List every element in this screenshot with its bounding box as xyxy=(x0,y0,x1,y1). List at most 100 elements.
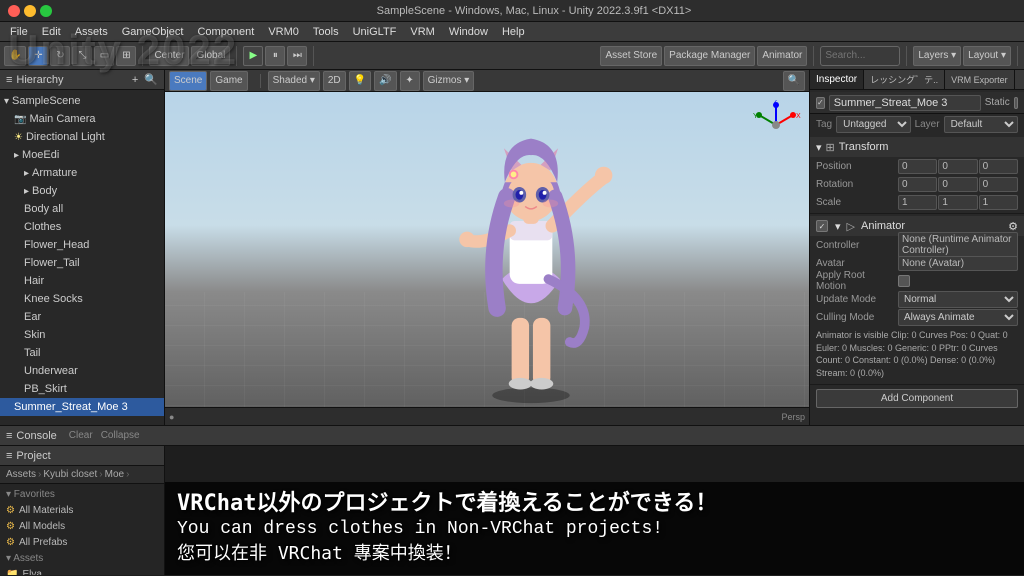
menu-window[interactable]: Window xyxy=(443,24,494,40)
rot-x[interactable]: 0 xyxy=(898,177,937,192)
close-btn[interactable] xyxy=(8,5,20,17)
breadcrumb-moe[interactable]: Moe xyxy=(105,469,124,480)
menu-help[interactable]: Help xyxy=(496,24,531,40)
object-name-field[interactable] xyxy=(829,95,981,111)
menu-vrm0[interactable]: VRM0 xyxy=(262,24,305,40)
scale-tool[interactable]: ⤡ xyxy=(72,46,92,66)
scale-y[interactable]: 1 xyxy=(938,195,977,210)
menu-unigltf[interactable]: UniGLTF xyxy=(347,24,403,40)
animator-button[interactable]: Animator xyxy=(757,46,807,66)
hierarchy-item[interactable]: PB_Skirt xyxy=(0,380,164,398)
hierarchy-item[interactable]: Skin xyxy=(0,326,164,344)
project-all-materials[interactable]: ⚙All Materials xyxy=(0,502,164,518)
play-button[interactable]: ▶ xyxy=(243,46,263,66)
breadcrumb-kyubi[interactable]: Kyubi closet xyxy=(43,469,97,480)
scale-x[interactable]: 1 xyxy=(898,195,937,210)
menu-gameobject[interactable]: GameObject xyxy=(116,24,190,40)
layout-button[interactable]: Layout ▾ xyxy=(963,46,1011,66)
menu-bar: File Edit Assets GameObject Component VR… xyxy=(0,22,1024,42)
apply-root-checkbox[interactable] xyxy=(898,275,910,287)
culling-select[interactable]: Always Animate xyxy=(898,309,1018,326)
hierarchy-item[interactable]: 📷 Main Camera xyxy=(0,110,164,128)
menu-vrm[interactable]: VRM xyxy=(404,24,440,40)
animator-settings-icon[interactable]: ⚙ xyxy=(1008,220,1018,233)
breadcrumb-assets[interactable]: Assets xyxy=(6,469,36,480)
hierarchy-item[interactable]: Body all xyxy=(0,200,164,218)
tag-select[interactable]: Untagged xyxy=(836,116,910,133)
add-component-button[interactable]: Add Component xyxy=(816,389,1018,408)
gizmos-toggle[interactable]: Gizmos ▾ xyxy=(423,71,475,91)
tab-vrm-lighting[interactable]: レッシング゛テ.. xyxy=(864,70,945,89)
hierarchy-item[interactable]: Ear xyxy=(0,308,164,326)
static-checkbox[interactable] xyxy=(1014,97,1018,109)
hierarchy-item[interactable]: ▾ SampleScene xyxy=(0,92,164,110)
maximize-btn[interactable] xyxy=(40,5,52,17)
menu-tools[interactable]: Tools xyxy=(307,24,345,40)
hierarchy-item[interactable]: Knee Socks xyxy=(0,290,164,308)
hierarchy-item[interactable]: Hair xyxy=(0,272,164,290)
scene-view[interactable]: X Y Z xyxy=(165,92,809,425)
hierarchy-item[interactable]: ▸ Body xyxy=(0,182,164,200)
scale-z[interactable]: 1 xyxy=(979,195,1018,210)
hierarchy-item[interactable]: Clothes xyxy=(0,218,164,236)
step-button[interactable]: ⏭ xyxy=(287,46,307,66)
hand-tool[interactable]: ✋ xyxy=(4,46,26,66)
hierarchy-item[interactable]: ▸ MoeEdi xyxy=(0,146,164,164)
layers-button[interactable]: Layers ▾ xyxy=(913,46,961,66)
search-input[interactable] xyxy=(820,46,900,66)
scene-search[interactable]: 🔍 xyxy=(783,71,805,91)
pause-button[interactable]: ⏸ xyxy=(265,46,285,66)
project-elya[interactable]: 📁Elya xyxy=(0,566,164,575)
pos-x[interactable]: 0 xyxy=(898,159,937,174)
menu-assets[interactable]: Assets xyxy=(69,24,114,40)
project-all-prefabs[interactable]: ⚙All Prefabs xyxy=(0,534,164,550)
global-pivot[interactable]: Global xyxy=(191,46,230,66)
animator-enabled-check[interactable]: ✓ xyxy=(816,220,828,232)
rect-tool[interactable]: ▭ xyxy=(94,46,114,66)
asset-store-button[interactable]: Asset Store xyxy=(600,46,662,66)
project-all-models[interactable]: ⚙All Models xyxy=(0,518,164,534)
hierarchy-item[interactable]: Tail xyxy=(0,344,164,362)
hierarchy-item-selected[interactable]: Summer_Streat_Moe 3 xyxy=(0,398,164,416)
menu-file[interactable]: File xyxy=(4,24,34,40)
controller-value[interactable]: None (Runtime Animator Controller) xyxy=(898,232,1018,258)
hierarchy-item[interactable]: Underwear xyxy=(0,362,164,380)
tab-inspector[interactable]: Inspector xyxy=(810,70,864,89)
hierarchy-item[interactable]: Flower_Tail xyxy=(0,254,164,272)
update-mode-select[interactable]: Normal xyxy=(898,291,1018,308)
minimize-btn[interactable] xyxy=(24,5,36,17)
transform-header[interactable]: ▾ ⊞ Transform xyxy=(810,137,1024,157)
center-pivot[interactable]: Center xyxy=(149,46,189,66)
hierarchy-search-icon[interactable]: 🔍 xyxy=(144,73,158,86)
avatar-figure xyxy=(421,95,641,405)
pos-y[interactable]: 0 xyxy=(938,159,977,174)
lighting-toggle[interactable]: 💡 xyxy=(349,71,371,91)
hierarchy-item[interactable]: Flower_Head xyxy=(0,236,164,254)
console-collapse[interactable]: Collapse xyxy=(101,430,140,441)
tab-vrm-exporter[interactable]: VRM Exporter xyxy=(945,70,1015,89)
game-tab[interactable]: Game xyxy=(210,71,247,91)
hierarchy-add-icon[interactable]: + xyxy=(132,74,138,86)
fx-toggle[interactable]: ✦ xyxy=(400,71,420,91)
hierarchy-item[interactable]: ☀ Directional Light xyxy=(0,128,164,146)
rot-y[interactable]: 0 xyxy=(938,177,977,192)
avatar-value[interactable]: None (Avatar) xyxy=(898,256,1018,271)
multi-tool[interactable]: ⊞ xyxy=(116,46,136,66)
move-tool[interactable]: ✛ xyxy=(28,46,48,66)
console-clear[interactable]: Clear xyxy=(69,430,93,441)
rot-z[interactable]: 0 xyxy=(979,177,1018,192)
layer-select[interactable]: Default xyxy=(944,116,1018,133)
hierarchy-item[interactable]: ▸ Armature xyxy=(0,164,164,182)
2d-toggle[interactable]: 2D xyxy=(323,71,346,91)
animator-info: Animator is visible Clip: 0 Curves Pos: … xyxy=(810,326,1024,382)
object-enabled-checkbox[interactable]: ✓ xyxy=(816,97,825,109)
scene-tab[interactable]: Scene xyxy=(169,71,207,91)
package-manager-button[interactable]: Package Manager xyxy=(664,46,755,66)
pos-z[interactable]: 0 xyxy=(979,159,1018,174)
rotate-tool[interactable]: ↻ xyxy=(50,46,70,66)
audio-toggle[interactable]: 🔊 xyxy=(374,71,396,91)
shading-mode[interactable]: Shaded ▾ xyxy=(268,71,320,91)
menu-component[interactable]: Component xyxy=(191,24,260,40)
title-bar: SampleScene - Windows, Mac, Linux - Unit… xyxy=(0,0,1024,22)
menu-edit[interactable]: Edit xyxy=(36,24,67,40)
